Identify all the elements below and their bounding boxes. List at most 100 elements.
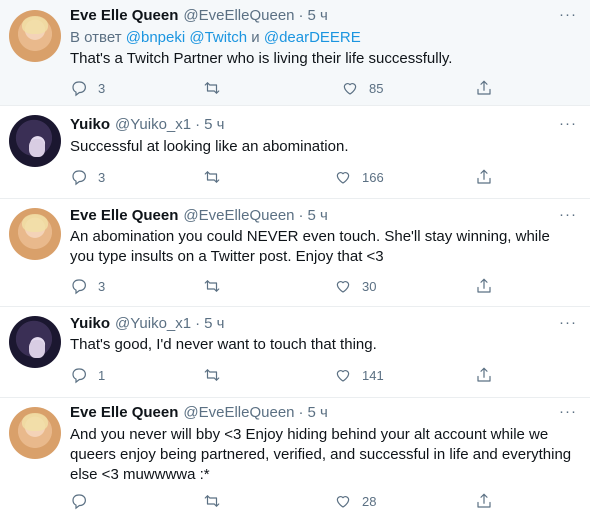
reply-icon [72, 170, 86, 186]
heart-icon [336, 172, 350, 184]
reply-button[interactable] [70, 491, 98, 511]
avatar[interactable] [9, 208, 61, 260]
display-name[interactable]: Yuiko [70, 315, 110, 332]
more-icon[interactable]: ··· [558, 315, 578, 336]
display-name[interactable]: Yuiko [70, 116, 110, 133]
action-bar: 3 166 [70, 167, 510, 187]
separator-dot: · [298, 404, 304, 421]
mention-link[interactable]: @dearDEERE [264, 29, 361, 46]
user-handle[interactable]: @Yuiko_x1 [115, 116, 191, 133]
reply-button[interactable]: 3 [70, 276, 105, 296]
retweet-button[interactable] [203, 276, 221, 296]
retweet-icon [204, 171, 220, 183]
reply-count: 3 [98, 169, 106, 185]
reply-count: 1 [98, 367, 106, 383]
user-handle[interactable]: @EveElleQueen [183, 404, 294, 421]
reply-button[interactable]: 3 [70, 78, 105, 98]
retweet-icon [204, 280, 220, 292]
reply-button[interactable]: 3 [70, 167, 105, 187]
like-count: 141 [362, 367, 384, 383]
heart-icon [336, 496, 350, 508]
user-handle[interactable]: @EveElleQueen [183, 207, 294, 224]
share-button[interactable] [475, 78, 493, 98]
tweet-header: Eve Elle Queen @EveElleQueen · 5 ч [70, 7, 328, 27]
like-button[interactable]: 85 [341, 78, 383, 98]
retweet-icon [204, 495, 220, 507]
avatar[interactable] [9, 115, 61, 167]
retweet-button[interactable] [203, 365, 221, 385]
share-button[interactable] [475, 167, 493, 187]
share-icon [477, 80, 491, 95]
conversation-thread: Eve Elle Queen @EveElleQueen · 5 ч ··· В… [0, 0, 590, 516]
share-button[interactable] [475, 491, 493, 511]
like-count: 166 [362, 169, 384, 185]
timestamp[interactable]: 5 ч [308, 404, 328, 421]
tweet-header: Eve Elle Queen @EveElleQueen · 5 ч [70, 404, 328, 424]
more-icon[interactable]: ··· [558, 404, 578, 425]
like-count: 28 [362, 493, 377, 509]
reply-icon [72, 368, 86, 384]
tweet[interactable]: Eve Elle Queen @EveElleQueen · 5 ч ··· A… [0, 398, 590, 516]
reply-icon [72, 279, 86, 295]
retweet-button[interactable] [203, 491, 221, 511]
more-icon[interactable]: ··· [558, 207, 578, 228]
tweet-text: And you never will bby <3 Enjoy hiding b… [70, 426, 572, 483]
heart-icon [343, 83, 357, 95]
user-handle[interactable]: @EveElleQueen [183, 7, 294, 24]
reply-context: В ответ @bnpeki @Twitch и @dearDEERE [70, 29, 361, 46]
like-count: 85 [369, 80, 384, 96]
tweet[interactable]: Yuiko @Yuiko_x1 · 5 ч ··· Successful at … [0, 106, 590, 199]
share-icon [477, 169, 491, 184]
reply-count: 3 [98, 278, 106, 294]
tweet[interactable]: Yuiko @Yuiko_x1 · 5 ч ··· That's good, I… [0, 307, 590, 398]
user-handle[interactable]: @Yuiko_x1 [115, 315, 191, 332]
tweet-text: That's a Twitch Partner who is living th… [70, 50, 453, 67]
retweet-icon [204, 82, 220, 94]
timestamp[interactable]: 5 ч [308, 207, 328, 224]
timestamp[interactable]: 5 ч [204, 315, 224, 332]
like-button[interactable]: 28 [334, 491, 376, 511]
tweet-text: Successful at looking like an abominatio… [70, 138, 349, 155]
timestamp[interactable]: 5 ч [308, 7, 328, 24]
tweet-header: Eve Elle Queen @EveElleQueen · 5 ч [70, 207, 328, 227]
avatar[interactable] [9, 316, 61, 368]
display-name[interactable]: Eve Elle Queen [70, 7, 178, 24]
mention-link[interactable]: @bnpeki [126, 29, 185, 46]
retweet-button[interactable] [203, 78, 221, 98]
share-icon [477, 493, 491, 508]
tweet[interactable]: Eve Elle Queen @EveElleQueen · 5 ч ··· В… [0, 0, 590, 106]
tweet-text: That's good, I'd never want to touch tha… [70, 336, 377, 353]
action-bar: 3 85 [70, 78, 510, 98]
retweet-button[interactable] [203, 167, 221, 187]
separator-dot: · [195, 116, 201, 133]
heart-icon [336, 370, 350, 382]
action-bar: 28 [70, 491, 510, 511]
display-name[interactable]: Eve Elle Queen [70, 404, 178, 421]
like-button[interactable]: 141 [334, 365, 384, 385]
separator-dot: · [195, 315, 201, 332]
tweet[interactable]: Eve Elle Queen @EveElleQueen · 5 ч ··· A… [0, 199, 590, 307]
more-icon[interactable]: ··· [558, 7, 578, 28]
like-button[interactable]: 30 [334, 276, 376, 296]
reply-prefix: В ответ [70, 29, 122, 46]
like-button[interactable]: 166 [334, 167, 384, 187]
reply-button[interactable]: 1 [70, 365, 105, 385]
share-button[interactable] [475, 276, 493, 296]
reply-icon [72, 494, 86, 510]
display-name[interactable]: Eve Elle Queen [70, 207, 178, 224]
retweet-icon [204, 369, 220, 381]
heart-icon [336, 281, 350, 293]
avatar[interactable] [9, 10, 61, 62]
tweet-header: Yuiko @Yuiko_x1 · 5 ч [70, 315, 224, 335]
avatar[interactable] [9, 407, 61, 459]
action-bar: 3 30 [70, 276, 510, 296]
timestamp[interactable]: 5 ч [204, 116, 224, 133]
mention-link[interactable]: @Twitch [189, 29, 247, 46]
separator-dot: · [298, 207, 304, 224]
like-count: 30 [362, 278, 377, 294]
tweet-header: Yuiko @Yuiko_x1 · 5 ч [70, 116, 224, 136]
share-button[interactable] [475, 365, 493, 385]
tweet-text: An abomination you could NEVER even touc… [70, 228, 550, 265]
reply-count: 3 [98, 80, 106, 96]
more-icon[interactable]: ··· [558, 116, 578, 137]
